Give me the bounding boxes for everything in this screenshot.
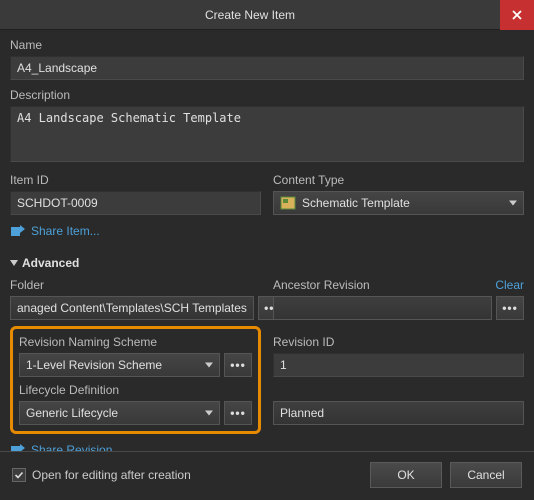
folder-value: anaged Content\Templates\SCH Templates — [17, 301, 247, 315]
bottom-bar: Open for editing after creation OK Cance… — [0, 451, 534, 500]
titlebar: Create New Item — [0, 0, 534, 30]
dialog-body: Name Description A4 Landscape Schematic … — [0, 30, 534, 477]
close-button[interactable] — [500, 0, 534, 30]
revision-id-label: Revision ID — [273, 335, 524, 349]
lifecycle-browse-button[interactable]: ••• — [224, 401, 252, 425]
description-label: Description — [10, 88, 524, 102]
highlighted-region: Revision Naming Scheme 1-Level Revision … — [10, 326, 261, 434]
lifecycle-state-value: Planned — [280, 406, 324, 420]
ancestor-label: Ancestor Revision — [273, 278, 370, 292]
advanced-label: Advanced — [22, 256, 79, 270]
window-title: Create New Item — [0, 8, 500, 22]
content-type-value: Schematic Template — [302, 196, 410, 210]
lifecycle-value: Generic Lifecycle — [26, 406, 118, 420]
ancestor-field[interactable] — [273, 296, 492, 320]
content-type-dropdown[interactable]: Schematic Template — [273, 191, 524, 215]
folder-label: Folder — [10, 278, 261, 292]
ellipsis-icon: ••• — [502, 301, 518, 315]
name-input[interactable] — [10, 56, 524, 80]
schematic-template-icon — [280, 195, 296, 211]
chevron-down-icon — [509, 201, 517, 206]
content-type-label: Content Type — [273, 173, 524, 187]
lifecycle-state-spacer — [273, 383, 524, 397]
revision-scheme-value: 1-Level Revision Scheme — [26, 358, 162, 372]
description-input[interactable]: A4 Landscape Schematic Template — [10, 106, 524, 162]
check-icon — [14, 470, 24, 480]
ellipsis-icon: ••• — [230, 358, 246, 372]
share-item-link[interactable]: Share Item... — [10, 223, 100, 239]
item-id-label: Item ID — [10, 173, 261, 187]
close-icon — [512, 10, 522, 20]
open-after-checkbox-wrap[interactable]: Open for editing after creation — [12, 468, 191, 482]
revision-scheme-label: Revision Naming Scheme — [19, 335, 252, 349]
share-item-label: Share Item... — [31, 224, 100, 238]
name-label: Name — [10, 38, 524, 52]
chevron-down-icon — [205, 411, 213, 416]
revision-id-input[interactable] — [273, 353, 524, 377]
ok-button[interactable]: OK — [370, 462, 442, 488]
item-id-input[interactable] — [10, 191, 261, 215]
cancel-button[interactable]: Cancel — [450, 462, 522, 488]
revision-scheme-browse-button[interactable]: ••• — [224, 353, 252, 377]
advanced-toggle[interactable]: Advanced — [10, 256, 79, 270]
folder-field[interactable]: anaged Content\Templates\SCH Templates — [10, 296, 254, 320]
ellipsis-icon: ••• — [230, 406, 246, 420]
revision-scheme-dropdown[interactable]: 1-Level Revision Scheme — [19, 353, 220, 377]
open-after-checkbox[interactable] — [12, 468, 26, 482]
lifecycle-dropdown[interactable]: Generic Lifecycle — [19, 401, 220, 425]
ancestor-clear-link[interactable]: Clear — [495, 278, 524, 292]
lifecycle-state-field: Planned — [273, 401, 524, 425]
share-item-icon — [10, 223, 26, 239]
chevron-down-icon — [205, 363, 213, 368]
ancestor-browse-button[interactable]: ••• — [496, 296, 524, 320]
chevron-down-icon — [10, 260, 18, 266]
lifecycle-label: Lifecycle Definition — [19, 383, 252, 397]
open-after-label: Open for editing after creation — [32, 468, 191, 482]
